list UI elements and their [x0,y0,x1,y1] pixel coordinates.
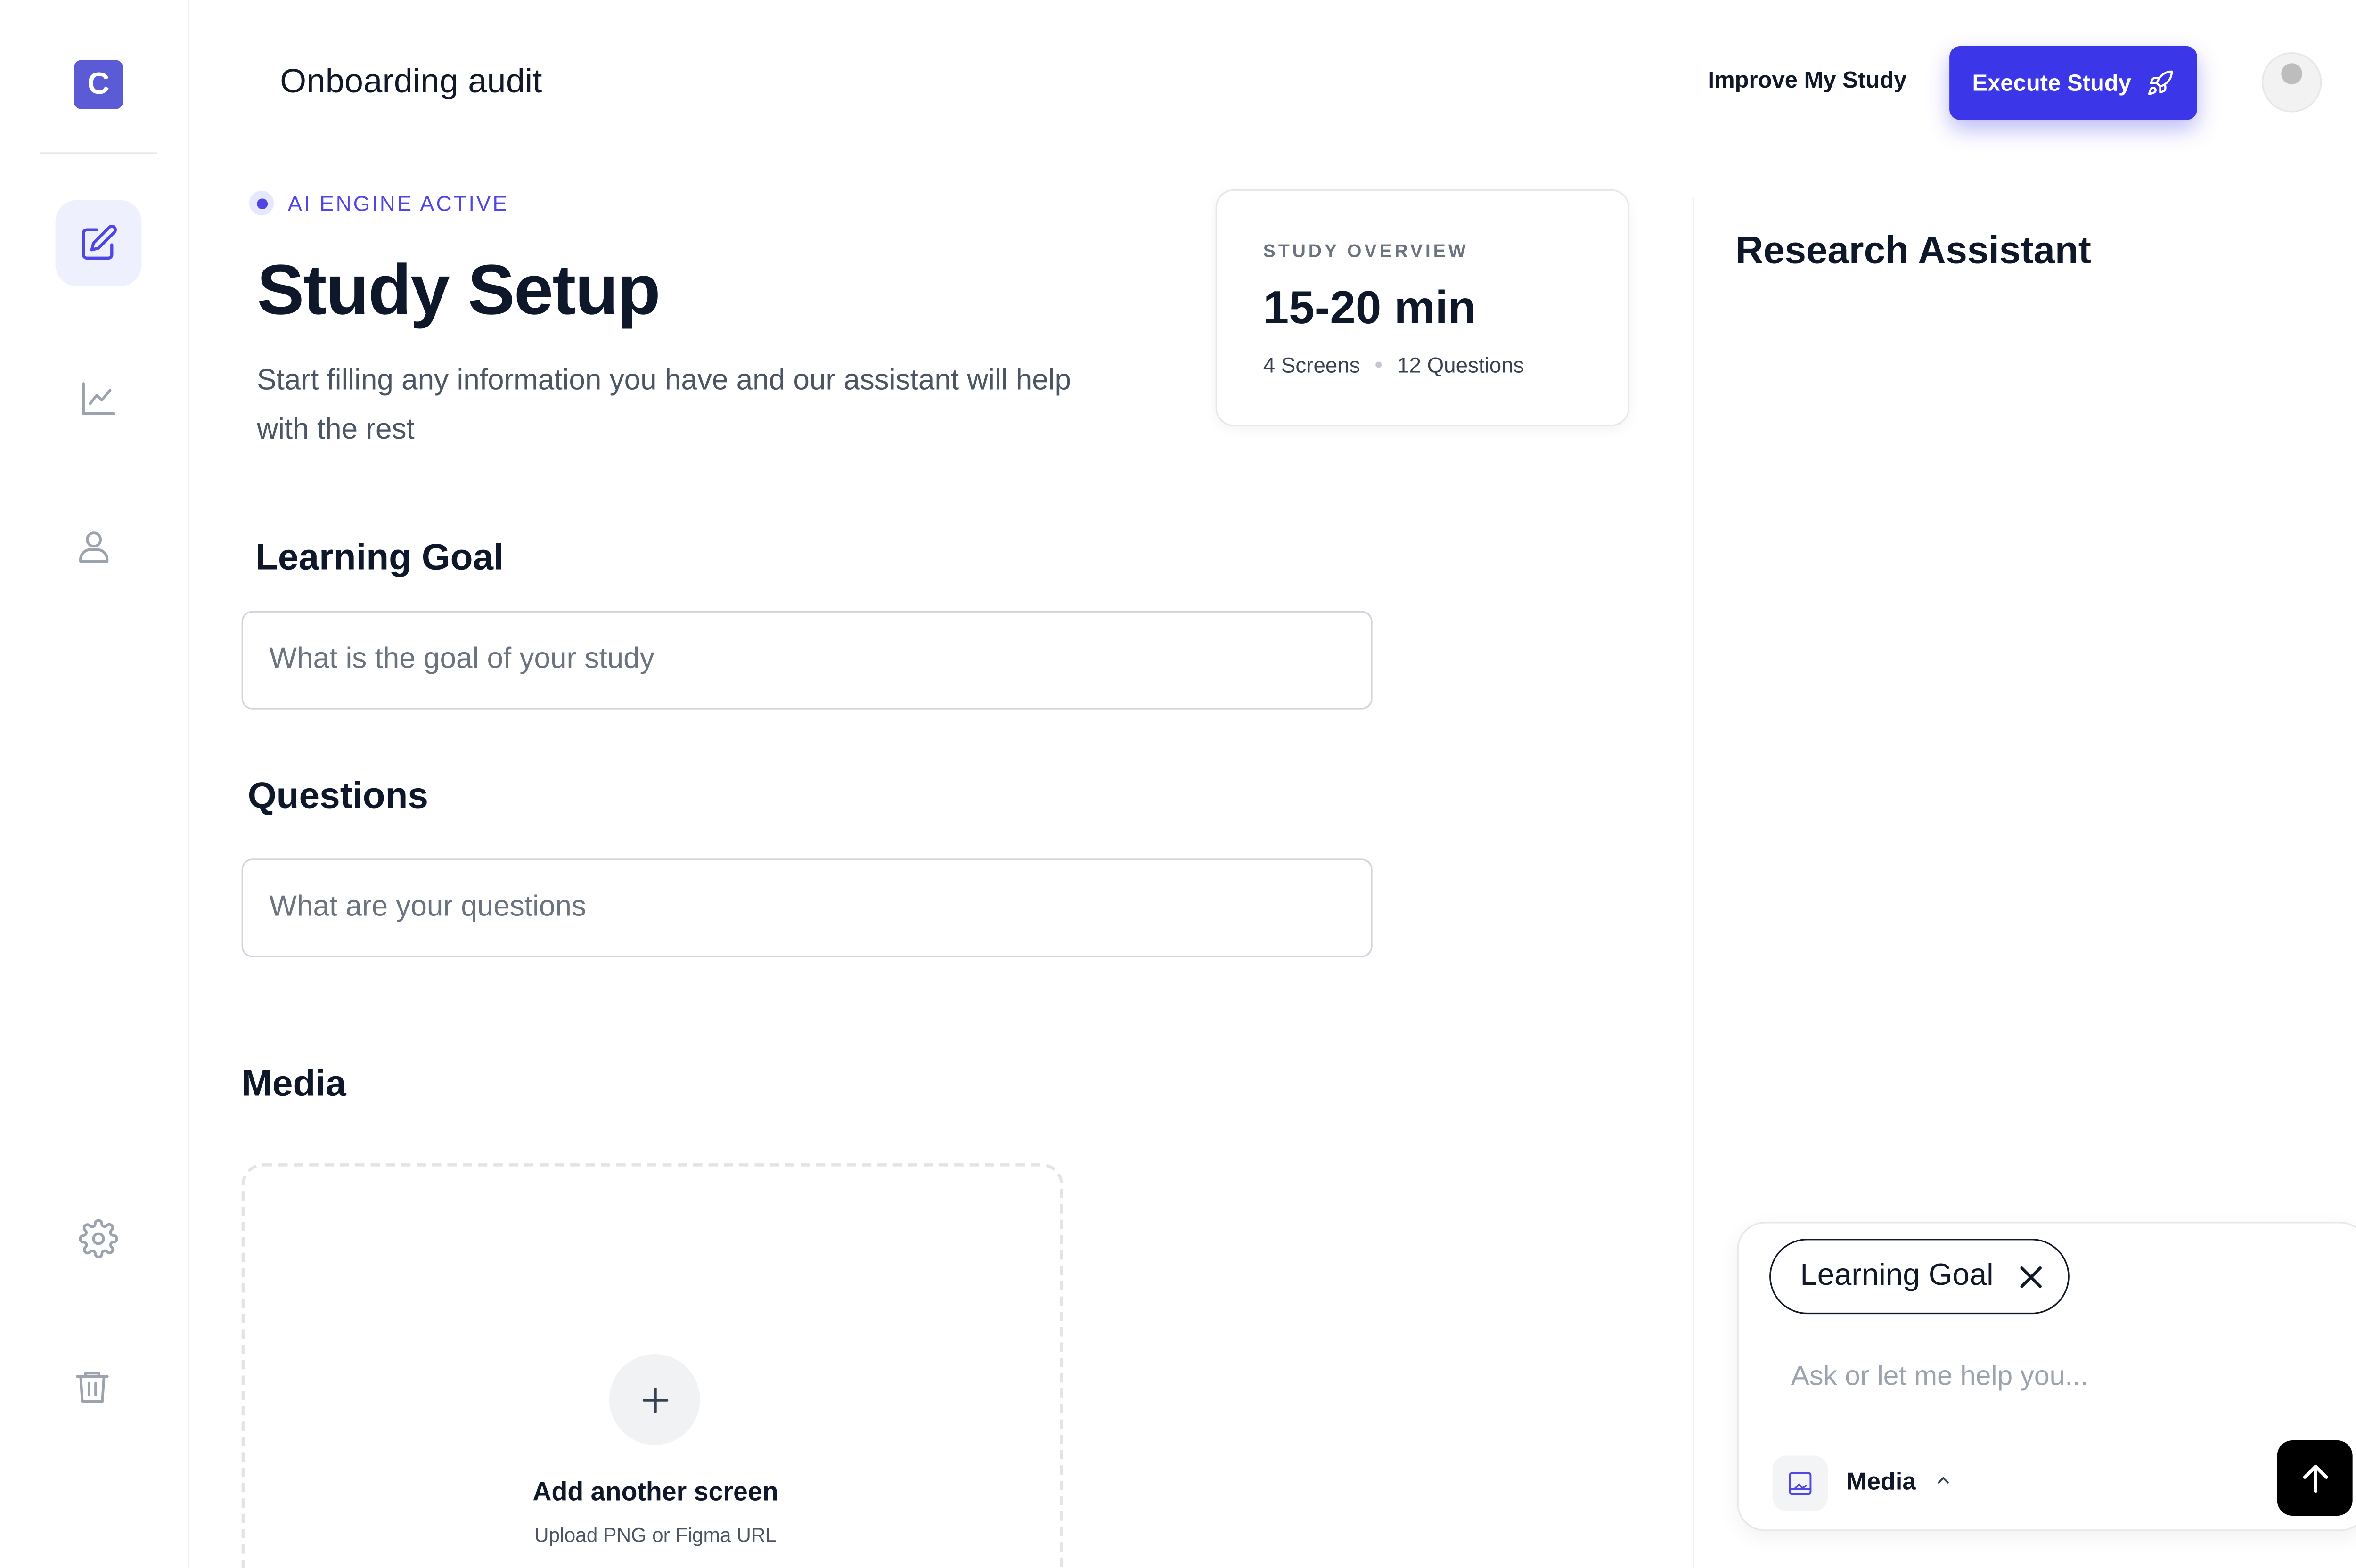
sidebar-item-users[interactable] [51,503,137,589]
questions-input[interactable] [241,858,1373,957]
overview-label: STUDY OVERVIEW [1263,240,1469,262]
status-dot-icon [249,190,274,216]
sidebar-divider [40,152,157,154]
sidebar-item-analytics[interactable] [56,355,142,441]
overview-screens: 4 Screens [1263,352,1360,377]
assistant-input[interactable] [1791,1352,2253,1399]
plus-icon [642,1387,668,1413]
upload-title: Add another screen [532,1477,778,1507]
send-button[interactable] [2277,1440,2353,1516]
questions-title: Questions [247,776,428,817]
media-label: Media [1846,1470,1916,1496]
media-title: Media [241,1063,346,1105]
dot-separator [1375,361,1382,368]
image-icon [1789,1472,1812,1495]
media-icon-box [1772,1455,1828,1511]
remove-chip-button[interactable] [2015,1261,2045,1291]
app-logo[interactable]: C [74,60,123,109]
overview-questions: 12 Questions [1397,352,1524,377]
app-window: C Onboarding audit Improve My Study Exec… [0,0,2356,1568]
gear-icon [79,1219,118,1258]
ai-engine-label: AI ENGINE ACTIVE [287,190,509,216]
overview-duration: 15-20 min [1263,283,1476,334]
study-overview-card: STUDY OVERVIEW 15-20 min 4 Screens 12 Qu… [1215,189,1629,426]
learning-goal-title: Learning Goal [255,537,504,579]
project-title: Onboarding audit [280,61,542,100]
close-icon [2020,1266,2041,1287]
media-upload-dropzone[interactable]: Add another screen Upload PNG or Figma U… [241,1163,1063,1568]
sidebar-item-settings[interactable] [56,1196,142,1282]
execute-study-button[interactable]: Execute Study [1949,46,2197,120]
user-avatar[interactable] [2261,52,2322,113]
page-title: Study Setup [257,249,661,329]
assistant-chat-box: Learning Goal Media [1737,1222,2356,1531]
analytics-icon [82,382,115,415]
arrow-up-icon [2302,1464,2328,1492]
user-icon [79,531,109,563]
panel-divider [1692,197,1694,1568]
chevron-up-icon [1935,1470,1953,1497]
rocket-icon [2148,70,2173,95]
upload-subtitle: Upload PNG or Figma URL [534,1523,777,1547]
trash-icon [76,1372,109,1403]
media-attach-toggle[interactable]: Media [1772,1455,1953,1511]
overview-meta: 4 Screens 12 Questions [1263,352,1524,377]
sidebar-item-trash[interactable] [49,1343,135,1429]
sidebar: C [0,0,189,1568]
ai-engine-status: AI ENGINE ACTIVE [249,190,509,216]
improve-study-button[interactable]: Improve My Study [1708,68,1906,94]
add-screen-button[interactable] [609,1354,700,1445]
learning-goal-input[interactable] [241,611,1373,710]
edit-icon [82,225,117,260]
sidebar-item-edit[interactable] [55,200,142,286]
context-chip: Learning Goal [1769,1239,2069,1315]
context-chip-label: Learning Goal [1800,1258,1994,1293]
page-description: Start filling any information you have a… [257,365,1072,447]
execute-study-label: Execute Study [1972,70,2132,97]
research-assistant-title: Research Assistant [1735,229,2092,273]
